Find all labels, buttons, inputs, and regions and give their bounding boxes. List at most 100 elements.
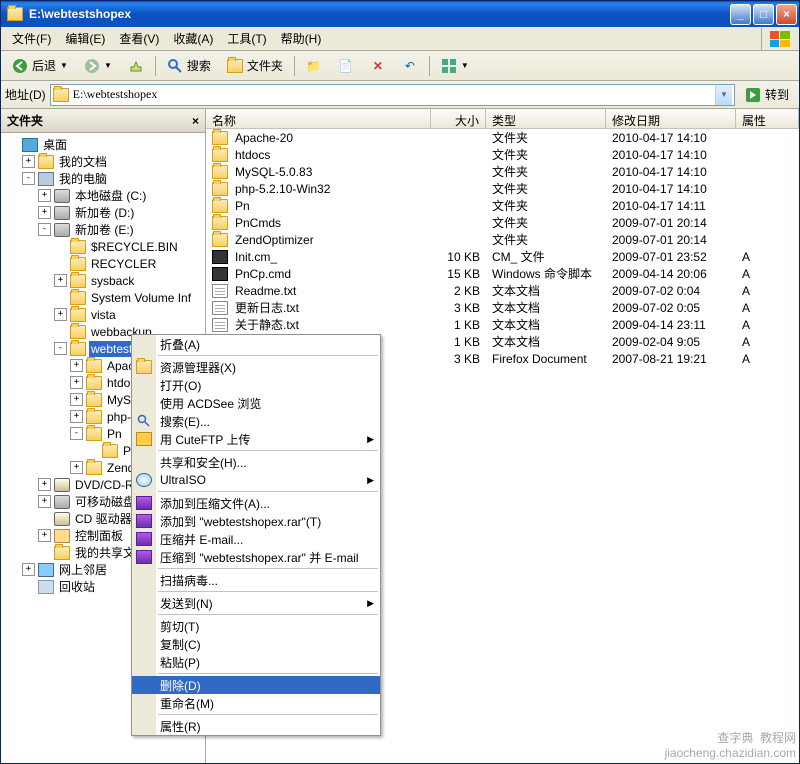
file-row[interactable]: 关于静态.txt1 KB文本文档2009-04-14 23:11A xyxy=(206,316,799,333)
submenu-arrow-icon: ▶ xyxy=(367,434,374,445)
file-row[interactable]: Readme.txt2 KB文本文档2009-07-02 0:04A xyxy=(206,282,799,299)
file-size: 3 KB xyxy=(431,351,486,367)
expand-toggle[interactable]: + xyxy=(70,359,83,372)
file-attr: A xyxy=(736,266,799,282)
back-button[interactable]: 后退 ▼ xyxy=(5,53,75,78)
menu-item[interactable]: 折叠(A) xyxy=(132,335,380,353)
expand-toggle[interactable]: + xyxy=(70,393,83,406)
col-size[interactable]: 大小 xyxy=(431,109,486,128)
search-button[interactable]: 搜索 xyxy=(160,53,218,78)
menu-item[interactable]: 发送到(N)▶ xyxy=(132,594,380,612)
fldr-icon xyxy=(70,256,86,272)
close-button[interactable]: × xyxy=(776,4,797,25)
copy-to-button[interactable]: 📄 xyxy=(331,54,361,78)
tree-node[interactable]: 桌面 xyxy=(2,136,204,153)
menu-item[interactable]: UltraISO▶ xyxy=(132,471,380,489)
col-name[interactable]: 名称 xyxy=(206,109,431,128)
tree-node[interactable]: RECYCLER xyxy=(2,255,204,272)
undo-button[interactable]: ↶ xyxy=(395,54,425,78)
menu-item[interactable]: 添加到压缩文件(A)... xyxy=(132,494,380,512)
file-row[interactable]: Apache-20文件夹2010-04-17 14:10 xyxy=(206,129,799,146)
menu-item[interactable]: 粘贴(P) xyxy=(132,653,380,671)
tree-node[interactable]: +新加卷 (D:) xyxy=(2,204,204,221)
expand-toggle[interactable]: + xyxy=(38,478,51,491)
col-attr[interactable]: 属性 xyxy=(736,109,799,128)
file-row[interactable]: ZendOptimizer文件夹2009-07-01 20:14 xyxy=(206,231,799,248)
tree-node[interactable]: +本地磁盘 (C:) xyxy=(2,187,204,204)
views-button[interactable]: ▼ xyxy=(434,54,476,78)
menu-item[interactable]: 属性(R) xyxy=(132,717,380,735)
cmd-icon xyxy=(212,249,228,265)
forward-button[interactable]: ▼ xyxy=(77,54,119,78)
expand-toggle[interactable]: + xyxy=(70,461,83,474)
delete-button[interactable]: ✕ xyxy=(363,54,393,78)
file-size xyxy=(431,239,486,241)
address-combo[interactable]: ▼ xyxy=(50,84,735,106)
menu-edit[interactable]: 编辑(E) xyxy=(58,27,112,50)
tree-node[interactable]: System Volume Inf xyxy=(2,289,204,306)
tree-node[interactable]: +sysback xyxy=(2,272,204,289)
file-row[interactable]: PnCp.cmd15 KBWindows 命令脚本2009-04-14 20:0… xyxy=(206,265,799,282)
menu-favorites[interactable]: 收藏(A) xyxy=(166,27,220,50)
menu-item[interactable]: 用 CuteFTP 上传▶ xyxy=(132,430,380,448)
maximize-button[interactable]: □ xyxy=(753,4,774,25)
menu-item[interactable]: 复制(C) xyxy=(132,635,380,653)
tree-node[interactable]: -新加卷 (E:) xyxy=(2,221,204,238)
expand-toggle[interactable]: + xyxy=(54,274,67,287)
file-row[interactable]: Init.cm_10 KBCM_ 文件2009-07-01 23:52A xyxy=(206,248,799,265)
col-type[interactable]: 类型 xyxy=(486,109,606,128)
tree-node[interactable]: $RECYCLE.BIN xyxy=(2,238,204,255)
tree-node[interactable]: -我的电脑 xyxy=(2,170,204,187)
menu-help[interactable]: 帮助(H) xyxy=(274,27,329,50)
menu-view[interactable]: 查看(V) xyxy=(112,27,166,50)
expand-toggle[interactable]: + xyxy=(38,495,51,508)
expand-toggle[interactable]: + xyxy=(22,155,35,168)
expand-toggle[interactable]: + xyxy=(22,563,35,576)
menu-item[interactable]: 搜索(E)... xyxy=(132,412,380,430)
menu-item[interactable]: 添加到 "webtestshopex.rar"(T) xyxy=(132,512,380,530)
menu-item[interactable]: 压缩并 E-mail... xyxy=(132,530,380,548)
file-row[interactable]: php-5.2.10-Win32文件夹2010-04-17 14:10 xyxy=(206,180,799,197)
file-row[interactable]: htdocs文件夹2010-04-17 14:10 xyxy=(206,146,799,163)
menu-item[interactable]: 剪切(T) xyxy=(132,617,380,635)
expand-toggle[interactable]: - xyxy=(38,223,51,236)
menu-file[interactable]: 文件(F) xyxy=(5,27,58,50)
chevron-down-icon: ▼ xyxy=(60,61,68,70)
menu-tools[interactable]: 工具(T) xyxy=(220,27,273,50)
expand-toggle[interactable]: + xyxy=(38,529,51,542)
file-row[interactable]: PnCmds文件夹2009-07-01 20:14 xyxy=(206,214,799,231)
col-date[interactable]: 修改日期 xyxy=(606,109,736,128)
expand-toggle[interactable]: - xyxy=(54,342,67,355)
move-to-button[interactable]: 📁 xyxy=(299,54,329,78)
menu-item[interactable]: 打开(O) xyxy=(132,376,380,394)
go-button[interactable]: 转到 xyxy=(739,84,795,105)
menu-item[interactable]: 删除(D) xyxy=(132,676,380,694)
address-input[interactable] xyxy=(73,87,715,102)
tree-node[interactable]: +vista xyxy=(2,306,204,323)
menu-item[interactable]: 共享和安全(H)... xyxy=(132,453,380,471)
file-row[interactable]: Pn文件夹2010-04-17 14:11 xyxy=(206,197,799,214)
file-attr xyxy=(736,239,799,241)
menu-item[interactable]: 使用 ACDSee 浏览 xyxy=(132,394,380,412)
address-dropdown[interactable]: ▼ xyxy=(715,85,732,105)
tree-node[interactable]: +我的文档 xyxy=(2,153,204,170)
expand-toggle[interactable]: - xyxy=(22,172,35,185)
file-row[interactable]: MySQL-5.0.83文件夹2010-04-17 14:10 xyxy=(206,163,799,180)
chevron-down-icon: ▼ xyxy=(720,90,728,99)
expand-toggle[interactable]: + xyxy=(38,189,51,202)
menu-item[interactable]: 重命名(M) xyxy=(132,694,380,712)
menu-item[interactable]: 资源管理器(X) xyxy=(132,358,380,376)
expand-toggle[interactable]: + xyxy=(70,376,83,389)
minimize-button[interactable]: _ xyxy=(730,4,751,25)
folders-button[interactable]: 文件夹 xyxy=(220,53,290,78)
expand-toggle[interactable]: - xyxy=(70,427,83,440)
menu-item[interactable]: 压缩到 "webtestshopex.rar" 并 E-mail xyxy=(132,548,380,566)
up-button[interactable] xyxy=(121,54,151,78)
menu-item[interactable]: 扫描病毒... xyxy=(132,571,380,589)
expand-toggle[interactable]: + xyxy=(54,308,67,321)
menu-label: 使用 ACDSee 浏览 xyxy=(160,395,261,412)
sidebar-close-button[interactable]: × xyxy=(192,114,199,128)
file-row[interactable]: 更新日志.txt3 KB文本文档2009-07-02 0:05A xyxy=(206,299,799,316)
expand-toggle[interactable]: + xyxy=(70,410,83,423)
expand-toggle[interactable]: + xyxy=(38,206,51,219)
